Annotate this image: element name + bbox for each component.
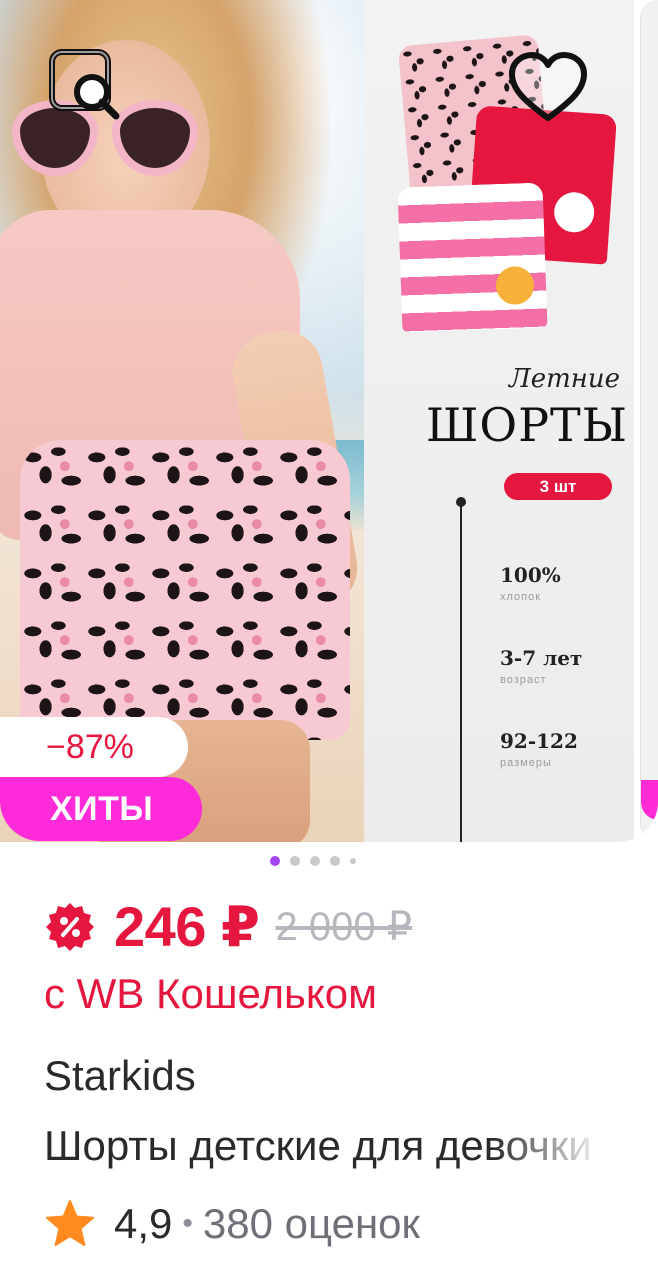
brand-name[interactable]: Starkids bbox=[44, 1052, 196, 1100]
carousel-dot bbox=[330, 856, 340, 866]
carousel-dots bbox=[270, 855, 356, 867]
carousel-dot bbox=[350, 858, 356, 864]
wallet-price-note: с WB Кошельком bbox=[44, 970, 377, 1017]
spec-sizes: 92-122 размеры bbox=[500, 729, 630, 769]
spec-value: 3-7 лет bbox=[500, 646, 583, 670]
rating-value: 4,9 bbox=[114, 1200, 173, 1247]
spec-label: размеры bbox=[500, 757, 552, 769]
rating-row[interactable]: 4,9 • 380 оценок bbox=[44, 1196, 420, 1252]
product-title[interactable]: Шорты детские для девочки bbox=[44, 1122, 604, 1170]
discount-badge: −87% bbox=[0, 717, 188, 777]
carousel-dot bbox=[310, 856, 320, 866]
carousel-dot-active bbox=[270, 856, 280, 866]
hits-badge: ХИТЫ bbox=[0, 777, 202, 841]
heart-icon bbox=[509, 52, 587, 121]
spec-value: 92-122 bbox=[500, 729, 578, 753]
reviews-count: 380 оценок bbox=[202, 1200, 420, 1247]
product-image-carousel[interactable]: Летние ШОРТЫ 3 шт 100% хлопок 3-7 лет во… bbox=[0, 0, 658, 842]
wallet-percent-icon bbox=[46, 903, 94, 951]
panel-subtitle: Летние bbox=[509, 364, 620, 394]
next-card-peek[interactable] bbox=[640, 0, 658, 842]
carousel-dot bbox=[290, 856, 300, 866]
spec-value: 100% bbox=[500, 563, 561, 587]
spec-label: хлопок bbox=[500, 591, 542, 603]
product-photo bbox=[0, 0, 364, 842]
spec-material: 100% хлопок bbox=[500, 563, 630, 603]
favorite-button[interactable] bbox=[506, 50, 590, 124]
timeline-line bbox=[460, 500, 462, 842]
current-price: 246 ₽ bbox=[114, 895, 260, 958]
star-icon bbox=[46, 1200, 94, 1246]
striped-shorts-image bbox=[397, 182, 548, 333]
price-row: 246 ₽ 2 000 ₽ bbox=[44, 892, 412, 962]
quantity-pill: 3 шт bbox=[504, 473, 612, 500]
spec-label: возраст bbox=[500, 674, 547, 686]
spec-age: 3-7 лет возраст bbox=[500, 646, 630, 686]
find-similar-button[interactable] bbox=[44, 44, 124, 124]
rating-separator: • bbox=[182, 1207, 193, 1240]
old-price: 2 000 ₽ bbox=[275, 905, 413, 949]
panel-title: ШОРТЫ bbox=[425, 398, 628, 452]
image-search-icon bbox=[49, 49, 120, 120]
